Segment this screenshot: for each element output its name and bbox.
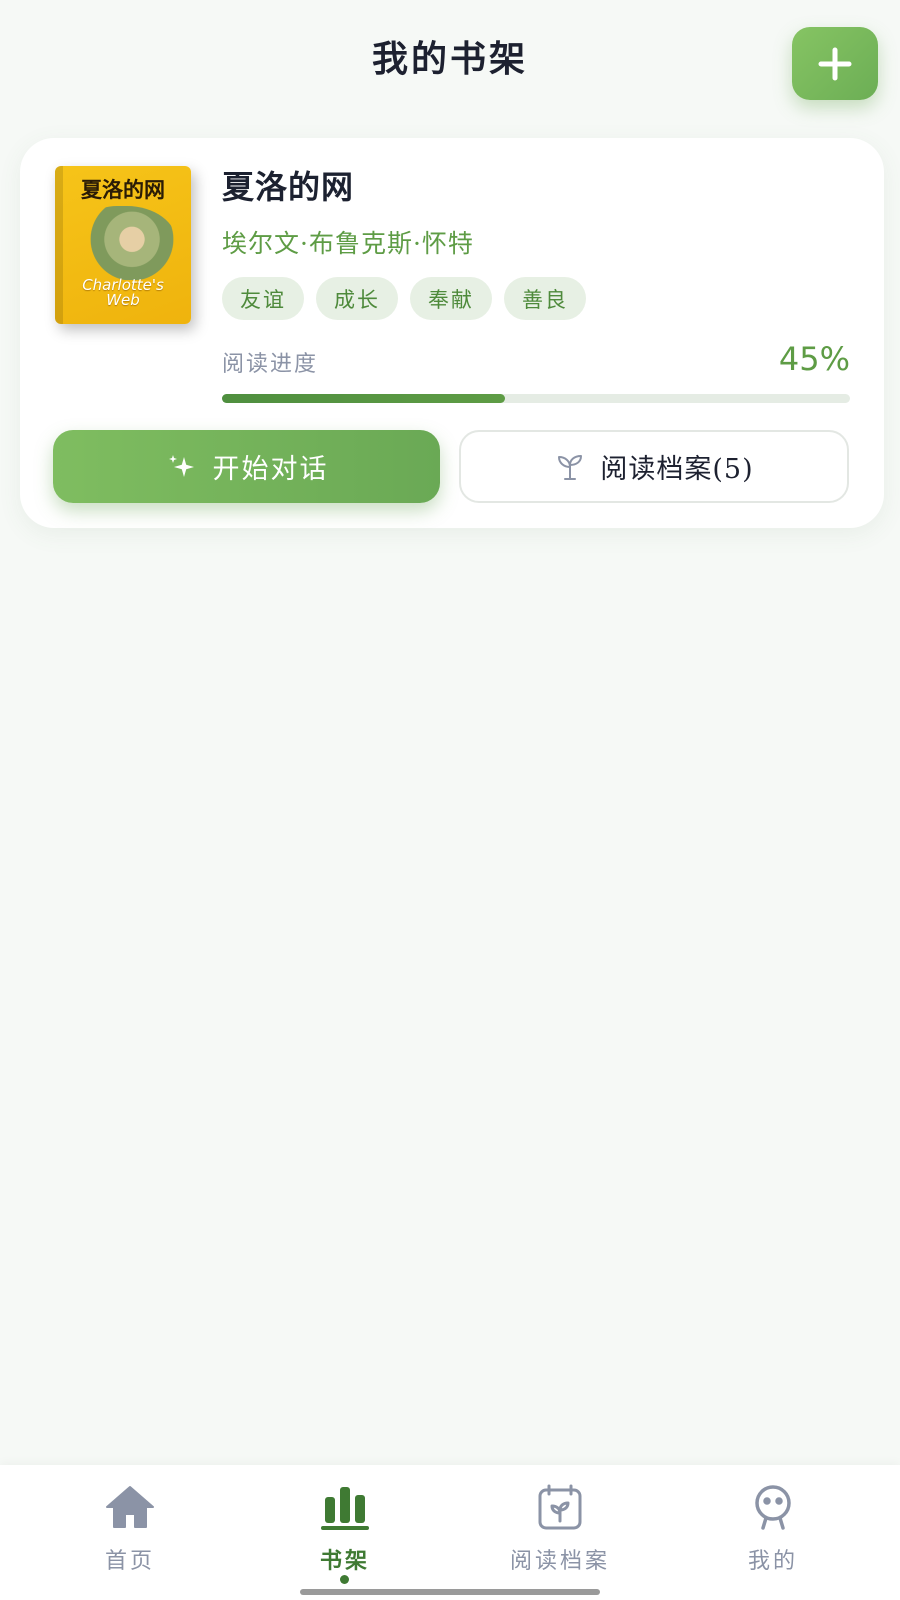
- reading-archive-label: 阅读档案(5): [600, 454, 754, 485]
- progress-label: 阅读进度: [222, 352, 319, 377]
- cover-illustration: [77, 206, 177, 280]
- start-chat-button[interactable]: 开始对话: [53, 430, 440, 503]
- tag-chip: 善良: [504, 277, 586, 320]
- cover-title-cn: 夏洛的网: [81, 177, 165, 202]
- tag-chip: 友谊: [222, 277, 304, 320]
- home-indicator: [300, 1589, 600, 1595]
- sprout-icon: [558, 454, 583, 480]
- tag-chip: 奉献: [410, 277, 492, 320]
- tag-list: 友谊 成长 奉献 善良: [222, 277, 586, 320]
- calendar-sprout-icon: [538, 1484, 582, 1530]
- page-title: 我的书架: [371, 38, 528, 80]
- book-author: 埃尔文·布鲁克斯·怀特: [222, 229, 474, 258]
- tag-chip: 成长: [316, 277, 398, 320]
- cover-title-en: Charlotte's Web: [55, 278, 191, 308]
- home-icon: [106, 1486, 154, 1528]
- book-title[interactable]: 夏洛的网: [222, 162, 354, 208]
- bottom-nav: 首页 书架 阅读档案 我的: [0, 1465, 900, 1600]
- progress-value: 45%: [778, 340, 850, 378]
- reading-archive-button[interactable]: 阅读档案(5): [459, 430, 849, 503]
- nav-label-profile: 我的: [747, 1549, 798, 1574]
- bookshelf-screen: 我的书架 夏洛的网 Charlotte's Web 夏洛的网 埃尔文·布鲁克斯·…: [0, 0, 900, 1600]
- bookshelf-icon: [321, 1487, 369, 1530]
- progress-bar-fill: [222, 394, 505, 403]
- nav-item-bookshelf[interactable]: 书架: [275, 1483, 415, 1578]
- nav-label-bookshelf: 书架: [319, 1548, 370, 1574]
- nav-item-home[interactable]: 首页: [60, 1483, 200, 1578]
- profile-icon: [755, 1485, 791, 1530]
- nav-label-home: 首页: [104, 1549, 155, 1574]
- progress-bar: [222, 394, 850, 403]
- start-chat-label: 开始对话: [212, 454, 329, 485]
- active-tab-indicator: [340, 1575, 349, 1584]
- nav-label-reading-archive: 阅读档案: [509, 1549, 610, 1574]
- plus-icon: [818, 47, 852, 80]
- add-book-button[interactable]: [792, 27, 878, 100]
- cover-title-en-line2: Web: [106, 291, 140, 309]
- sparkle-icon: [168, 454, 194, 477]
- book-cover[interactable]: 夏洛的网 Charlotte's Web: [55, 166, 191, 324]
- nav-item-profile[interactable]: 我的: [703, 1483, 843, 1578]
- nav-item-reading-archive[interactable]: 阅读档案: [490, 1483, 630, 1578]
